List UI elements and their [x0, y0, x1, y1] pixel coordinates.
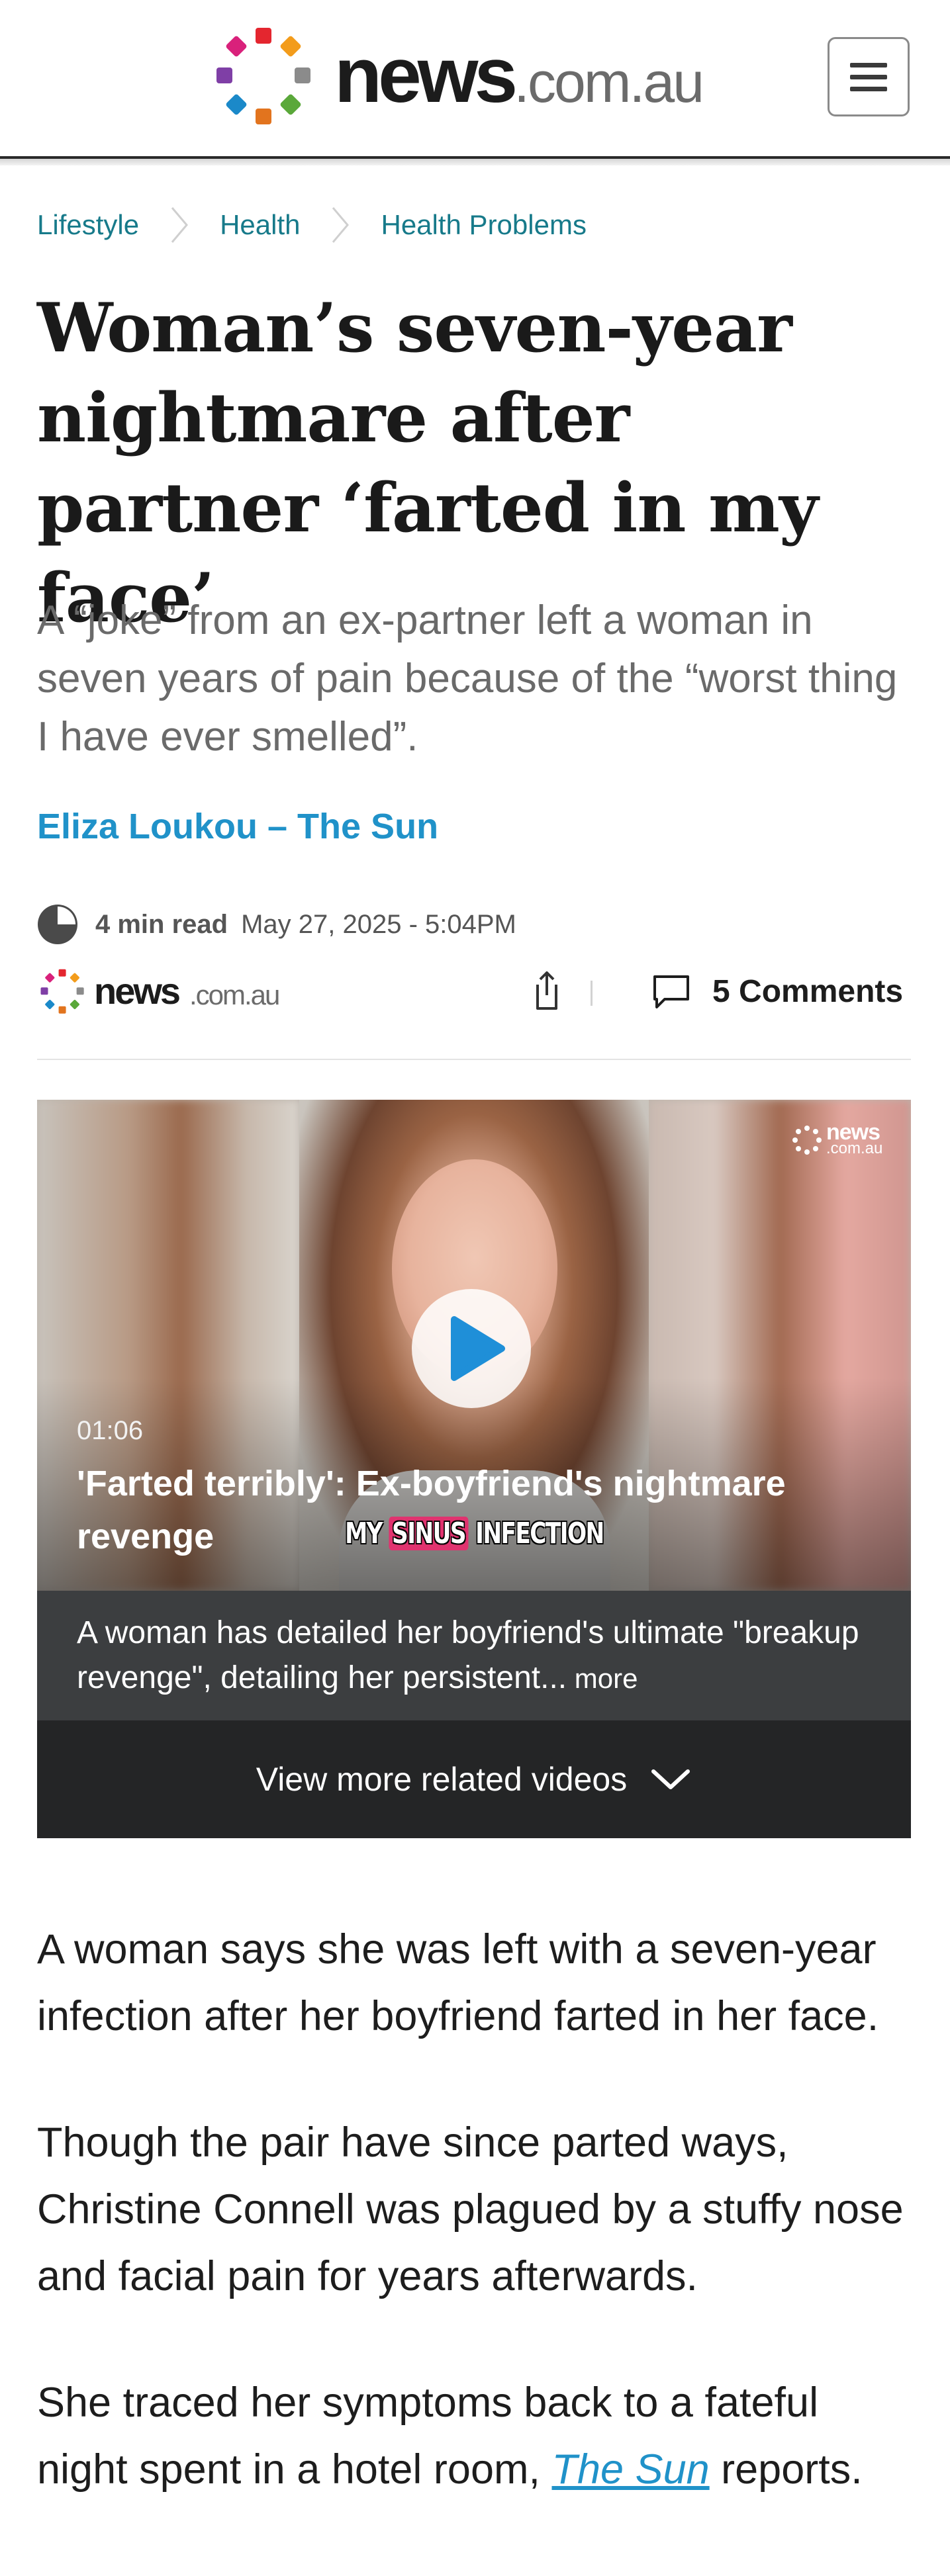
- video-duration: 01:06: [77, 1416, 144, 1445]
- body-paragraph-text: reports.: [709, 2446, 863, 2493]
- read-time: 4 min read: [95, 909, 228, 939]
- logo-domain: .com.au: [514, 51, 704, 114]
- video-description: A woman has detailed her boyfriend's ult…: [37, 1591, 911, 1720]
- comment-icon: [653, 975, 689, 1008]
- view-more-videos-label: View more related videos: [256, 1761, 628, 1798]
- logo-wordmark: news.com.au: [334, 36, 704, 139]
- site-header: news.com.au: [0, 0, 950, 159]
- logo-dots-icon: [40, 969, 84, 1014]
- chevron-right-icon: [171, 207, 189, 243]
- breadcrumb-lifestyle[interactable]: Lifestyle: [37, 209, 139, 241]
- chevron-down-icon: [651, 1769, 690, 1789]
- share-icon[interactable]: [520, 965, 573, 1018]
- site-logo[interactable]: news.com.au: [209, 24, 745, 130]
- body-paragraph: A woman says she was left with a seven-y…: [37, 1926, 879, 2039]
- publisher-logo-news: news: [94, 970, 181, 1012]
- publisher-logo: news .com.au: [37, 967, 315, 1015]
- watermark-domain: .com.au: [826, 1139, 883, 1157]
- body-paragraph: Though the pair have since parted ways, …: [37, 2119, 904, 2299]
- the-sun-link[interactable]: The Sun: [551, 2446, 709, 2493]
- header-shadow: [0, 159, 950, 165]
- video-caption-part2: INFECTION: [468, 1517, 604, 1550]
- chevron-right-icon: [332, 207, 350, 243]
- comments-label: 5 Comments: [712, 973, 904, 1009]
- breadcrumb: Lifestyle Health Health Problems: [37, 199, 587, 251]
- publisher-logo-domain: .com.au: [189, 979, 280, 1010]
- play-icon[interactable]: [412, 1289, 531, 1408]
- video-player: news .com.au 01:06 'Farted terribly': Ex…: [37, 1100, 911, 1838]
- article-byline[interactable]: Eliza Loukou – The Sun: [37, 806, 438, 847]
- video-description-text: A woman has detailed her boyfriend's ult…: [77, 1615, 859, 1695]
- video-thumbnail[interactable]: news .com.au 01:06 'Farted terribly': Ex…: [37, 1100, 911, 1591]
- clock-icon: [38, 905, 77, 944]
- logo-news: news: [334, 32, 518, 119]
- logo-dots-icon: [216, 28, 310, 124]
- share-divider: [591, 981, 593, 1006]
- article-body: A woman says she was left with a seven-y…: [37, 1916, 911, 2563]
- hamburger-menu-icon[interactable]: [828, 37, 910, 116]
- video-description-more-link[interactable]: more: [567, 1663, 638, 1694]
- video-watermark: news .com.au: [792, 1121, 891, 1159]
- video-caption-highlight: SINUS: [388, 1517, 469, 1550]
- share-bar: news .com.au 5 Comments: [37, 965, 911, 1018]
- body-paragraph: She traced her symptoms back to a fatefu…: [37, 2370, 911, 2503]
- comments-button[interactable]: 5 Comments: [651, 965, 903, 1018]
- article-meta: 4 min read May 27, 2025 - 5:04PM: [37, 901, 516, 948]
- article-headline: Woman’s seven-year nightmare after partn…: [37, 289, 818, 638]
- view-more-videos-button[interactable]: View more related videos: [37, 1720, 911, 1838]
- breadcrumb-health[interactable]: Health: [220, 209, 300, 241]
- video-caption-part1: MY: [344, 1517, 389, 1550]
- meta-divider: [37, 1059, 911, 1060]
- watermark-dots-icon: [792, 1126, 822, 1155]
- article-standfirst: A “joke” from an ex-partner left a woman…: [37, 598, 898, 760]
- breadcrumb-health-problems[interactable]: Health Problems: [381, 209, 586, 241]
- video-caption: MY SINUS INFECTION: [299, 1515, 649, 1566]
- publish-date: May 27, 2025 - 5:04PM: [241, 909, 516, 939]
